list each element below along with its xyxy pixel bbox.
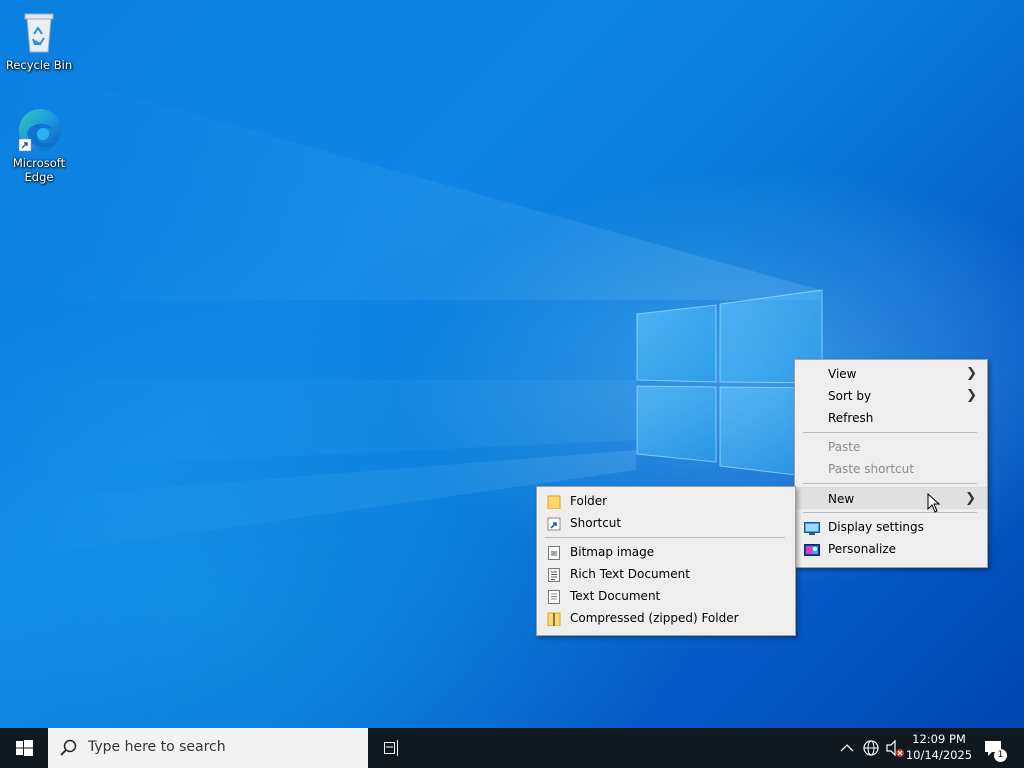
recycle-bin-desktop-icon[interactable]: Recycle Bin — [1, 8, 77, 72]
rich-text-document-icon — [547, 567, 561, 582]
submenu-item-shortcut[interactable]: Shortcut — [537, 512, 795, 534]
folder-label: Folder — [570, 494, 608, 508]
personalize-icon — [804, 542, 820, 556]
chevron-right-icon: ❯ — [966, 388, 977, 403]
menu-item-paste-shortcut[interactable]: Paste shortcut — [795, 458, 987, 480]
taskbar: Type here to search 12:09 PM 10/14/2025 — [0, 728, 1024, 768]
taskbar-search-box[interactable]: Type here to search — [48, 728, 368, 768]
menu-item-refresh[interactable]: Refresh — [795, 407, 987, 429]
menu-item-paste[interactable]: Paste — [795, 436, 987, 458]
network-button[interactable] — [860, 728, 882, 768]
windows-start-icon — [16, 740, 33, 756]
chevron-up-icon — [840, 744, 854, 752]
chevron-right-icon: ❯ — [965, 491, 976, 506]
shortcut-icon — [547, 516, 561, 531]
menu-separator — [545, 537, 785, 538]
new-label: New — [828, 492, 855, 506]
notification-count-badge: 1 — [994, 749, 1007, 762]
edge-icon — [15, 106, 63, 154]
display-settings-label: Display settings — [828, 520, 924, 534]
folder-icon — [547, 494, 561, 510]
sort-by-label: Sort by — [828, 389, 872, 403]
clock[interactable]: 12:09 PM 10/14/2025 — [900, 731, 978, 763]
menu-separator — [803, 483, 977, 484]
submenu-item-rich-text-document[interactable]: Rich Text Document — [537, 563, 795, 585]
zip-folder-icon — [547, 611, 561, 627]
submenu-item-folder[interactable]: Folder — [537, 490, 795, 512]
search-icon — [60, 739, 77, 756]
menu-item-display-settings[interactable]: Display settings — [795, 516, 987, 538]
search-placeholder: Type here to search — [88, 739, 226, 755]
microsoft-edge-label: Microsoft Edge — [12, 156, 66, 184]
globe-icon — [863, 740, 879, 756]
paste-shortcut-label: Paste shortcut — [828, 462, 914, 476]
task-view-button[interactable] — [380, 728, 404, 768]
notification-icon — [985, 741, 1001, 756]
bitmap-image-icon — [547, 545, 561, 560]
submenu-item-compressed-folder[interactable]: Compressed (zipped) Folder — [537, 607, 795, 629]
show-hidden-icons-button[interactable] — [838, 728, 856, 768]
clock-time: 12:09 PM — [912, 732, 966, 746]
shortcut-label: Shortcut — [570, 516, 622, 530]
chevron-right-icon: ❯ — [966, 366, 977, 381]
desktop[interactable]: Recycle Bin Microsoft Edge View ❯ Sort b… — [0, 0, 1024, 728]
menu-item-new[interactable]: New ❯ — [795, 487, 987, 509]
submenu-item-bitmap-image[interactable]: Bitmap image — [537, 541, 795, 563]
refresh-label: Refresh — [828, 411, 874, 425]
start-button[interactable] — [0, 728, 48, 768]
compressed-folder-label: Compressed (zipped) Folder — [570, 611, 739, 625]
menu-separator — [803, 512, 977, 513]
bitmap-image-label: Bitmap image — [570, 545, 655, 559]
submenu-item-text-document[interactable]: Text Document — [537, 585, 795, 607]
menu-item-personalize[interactable]: Personalize — [795, 538, 987, 560]
display-settings-icon — [804, 520, 820, 535]
menu-item-sort-by[interactable]: Sort by ❯ — [795, 385, 987, 407]
desktop-context-menu: View ❯ Sort by ❯ Refresh Paste Paste sho… — [794, 359, 988, 568]
microsoft-edge-desktop-icon[interactable]: Microsoft Edge — [1, 106, 77, 184]
personalize-label: Personalize — [828, 542, 897, 556]
clock-date: 10/14/2025 — [905, 748, 973, 762]
recycle-bin-label: Recycle Bin — [5, 58, 73, 72]
view-label: View — [828, 367, 857, 381]
menu-item-view[interactable]: View ❯ — [795, 363, 987, 385]
paste-label: Paste — [828, 440, 861, 454]
new-submenu: Folder Shortcut Bitmap image Rich Text D… — [536, 486, 796, 636]
task-view-icon — [384, 740, 398, 756]
text-document-icon — [547, 589, 561, 604]
mouse-cursor-icon — [927, 493, 941, 513]
menu-separator — [803, 432, 977, 433]
text-document-label: Text Document — [570, 589, 661, 603]
action-center-button[interactable] — [980, 728, 1010, 768]
recycle-bin-icon — [15, 8, 63, 56]
rich-text-document-label: Rich Text Document — [570, 567, 690, 581]
